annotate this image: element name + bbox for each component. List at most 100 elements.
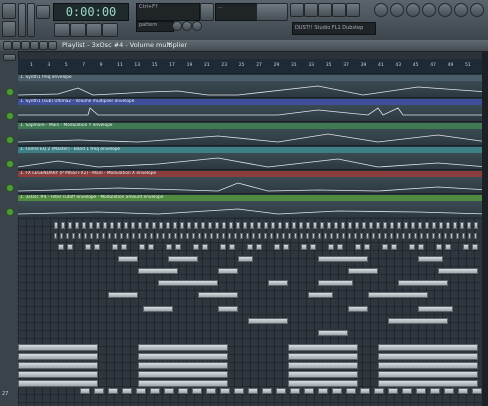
- pattern-clip[interactable]: [376, 222, 380, 229]
- pattern-clip[interactable]: [418, 244, 424, 250]
- pattern-clip[interactable]: [388, 318, 448, 324]
- pattern-clip[interactable]: [210, 233, 213, 239]
- pattern-clip[interactable]: [288, 371, 358, 378]
- pattern-clip[interactable]: [318, 330, 348, 336]
- tempo-knob[interactable]: [36, 5, 50, 19]
- pattern-clip[interactable]: [250, 222, 254, 229]
- pattern-clip[interactable]: [288, 362, 358, 369]
- pattern-clip[interactable]: [18, 353, 98, 360]
- pattern-clip[interactable]: [346, 388, 356, 394]
- pattern-clip[interactable]: [306, 222, 310, 229]
- pattern-clip[interactable]: [194, 222, 198, 229]
- pattern-clip[interactable]: [198, 233, 201, 239]
- snap-icon[interactable]: [3, 41, 12, 50]
- pattern-clip[interactable]: [114, 233, 117, 239]
- pattern-clip[interactable]: [355, 244, 361, 250]
- pattern-clip[interactable]: [96, 233, 99, 239]
- pattern-clip[interactable]: [236, 222, 240, 229]
- track-mute-icon[interactable]: [6, 160, 14, 168]
- pattern-clip[interactable]: [414, 233, 417, 239]
- track-mute-icon[interactable]: [6, 208, 14, 216]
- pattern-clip[interactable]: [388, 388, 398, 394]
- pattern-clip[interactable]: [318, 280, 353, 286]
- track-mute-icon[interactable]: [6, 136, 14, 144]
- automation-track[interactable]: 1. FX LEGENDARY (P MISSI FX2) - Main - M…: [18, 169, 488, 194]
- tool-icon-2[interactable]: [390, 3, 404, 17]
- pattern-clip[interactable]: [243, 222, 247, 229]
- track-mute-icon[interactable]: [6, 88, 14, 96]
- pattern-clip[interactable]: [78, 233, 81, 239]
- pattern-clip[interactable]: [384, 233, 387, 239]
- pattern-clip[interactable]: [270, 233, 273, 239]
- pattern-clip[interactable]: [278, 222, 282, 229]
- pattern-clip[interactable]: [453, 222, 457, 229]
- pattern-clip[interactable]: [18, 380, 98, 387]
- metronome-button[interactable]: [182, 21, 192, 31]
- automation-track[interactable]: 1. Sapmore - Main - Modulation Y envelop…: [18, 121, 488, 146]
- pattern-clip[interactable]: [342, 233, 345, 239]
- pattern-clip[interactable]: [136, 388, 146, 394]
- automation-track[interactable]: 1. 3xOsc #4 - Filter cutoff envelope - M…: [18, 193, 488, 218]
- mixer-button[interactable]: [346, 3, 360, 17]
- pattern-clip[interactable]: [144, 233, 147, 239]
- pattern-clip[interactable]: [438, 233, 441, 239]
- pattern-clip[interactable]: [474, 222, 478, 229]
- pattern-clip[interactable]: [262, 388, 272, 394]
- pattern-clip[interactable]: [418, 222, 422, 229]
- pattern-clip[interactable]: [378, 371, 478, 378]
- pattern-clip[interactable]: [257, 222, 261, 229]
- pattern-clip[interactable]: [426, 233, 429, 239]
- pattern-clip[interactable]: [220, 244, 226, 250]
- pattern-clip[interactable]: [348, 233, 351, 239]
- pattern-clip[interactable]: [404, 222, 408, 229]
- pattern-clip[interactable]: [84, 233, 87, 239]
- pattern-clip[interactable]: [61, 222, 65, 229]
- pattern-clip[interactable]: [118, 256, 138, 262]
- pattern-clip[interactable]: [378, 380, 478, 387]
- pattern-clip[interactable]: [229, 222, 233, 229]
- pattern-clip[interactable]: [382, 244, 388, 250]
- pattern-clip[interactable]: [132, 233, 135, 239]
- pattern-clip[interactable]: [368, 292, 428, 298]
- pattern-clip[interactable]: [390, 222, 394, 229]
- automation-clip[interactable]: [18, 81, 488, 97]
- automation-clip[interactable]: [18, 177, 488, 193]
- pattern-clip[interactable]: [121, 244, 127, 250]
- pattern-clip[interactable]: [222, 222, 226, 229]
- pattern-clip[interactable]: [256, 244, 262, 250]
- pattern-clip[interactable]: [402, 388, 412, 394]
- pattern-clip[interactable]: [150, 233, 153, 239]
- pattern-clip[interactable]: [313, 222, 317, 229]
- automation-track[interactable]: 1. Fxmrs EQ 2 (Master) - Band 1 freq env…: [18, 145, 488, 170]
- pattern-clip[interactable]: [398, 280, 448, 286]
- piano-roll-button[interactable]: [318, 3, 332, 17]
- pattern-clip[interactable]: [175, 244, 181, 250]
- pattern-clip[interactable]: [110, 222, 114, 229]
- pattern-clip[interactable]: [75, 222, 79, 229]
- pattern-clip[interactable]: [436, 244, 442, 250]
- pattern-clip[interactable]: [264, 222, 268, 229]
- pattern-clip[interactable]: [332, 388, 342, 394]
- pattern-selector[interactable]: pattern: [136, 21, 174, 32]
- pattern-clip[interactable]: [472, 244, 478, 250]
- pattern-clip[interactable]: [456, 233, 459, 239]
- pattern-clip[interactable]: [18, 362, 98, 369]
- pattern-clip[interactable]: [312, 233, 315, 239]
- automation-clip[interactable]: [18, 201, 488, 217]
- vertical-scrollbar[interactable]: [482, 51, 488, 406]
- pattern-clip[interactable]: [462, 233, 465, 239]
- pattern-clip[interactable]: [145, 222, 149, 229]
- tool-icon-1[interactable]: [374, 3, 388, 17]
- pattern-clip[interactable]: [80, 388, 90, 394]
- tool-icon-4[interactable]: [422, 3, 436, 17]
- pattern-clip[interactable]: [246, 233, 249, 239]
- pattern-clip[interactable]: [103, 222, 107, 229]
- menu-button[interactable]: [2, 3, 16, 19]
- pattern-clip[interactable]: [283, 244, 289, 250]
- pattern-clip[interactable]: [248, 388, 258, 394]
- pattern-clip[interactable]: [240, 233, 243, 239]
- pattern-clip[interactable]: [124, 222, 128, 229]
- pattern-clip[interactable]: [234, 388, 244, 394]
- pattern-clip[interactable]: [348, 306, 368, 312]
- browser-button[interactable]: [332, 3, 346, 17]
